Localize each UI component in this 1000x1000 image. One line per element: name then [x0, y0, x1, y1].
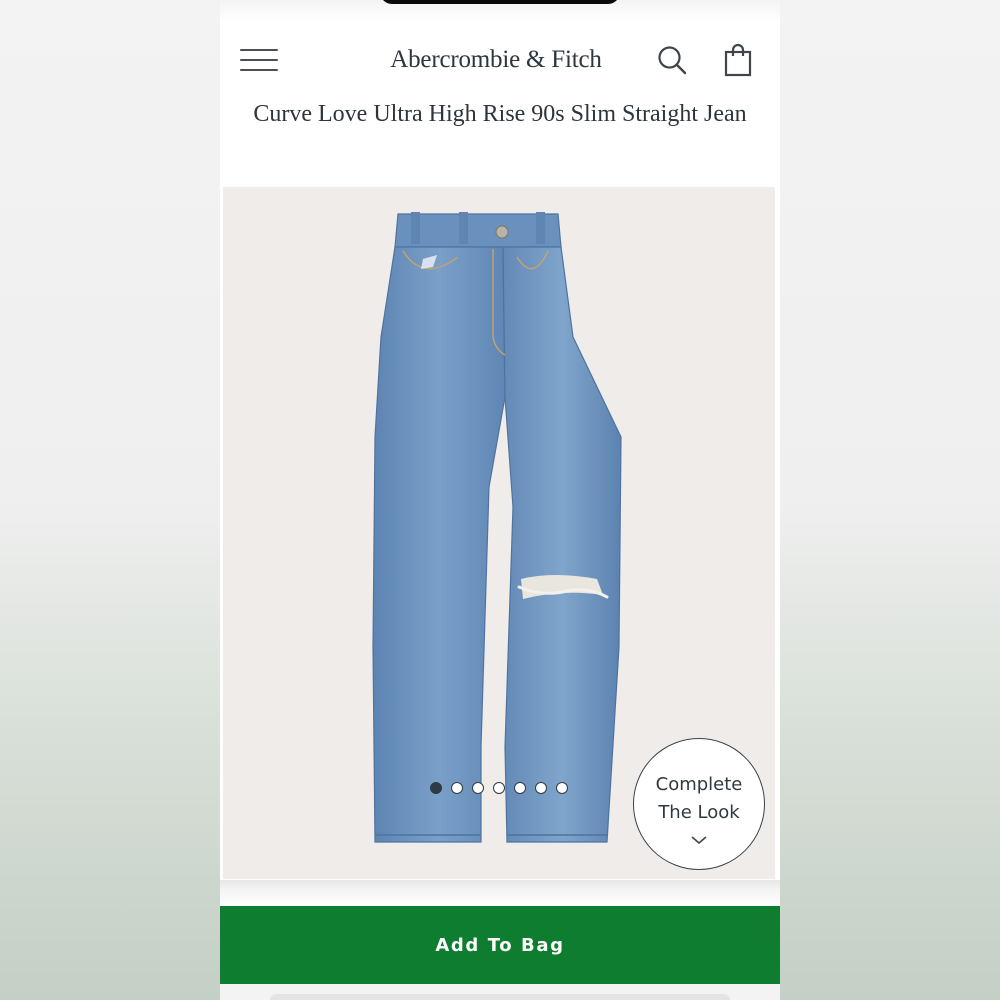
site-header: Abercrombie & Fitch [220, 22, 780, 98]
complete-the-look-button[interactable]: Complete The Look [633, 738, 765, 870]
carousel-dot[interactable] [493, 782, 505, 794]
header-actions [654, 42, 756, 78]
carousel-dot[interactable] [430, 782, 442, 794]
shopping-bag-icon[interactable] [720, 42, 756, 78]
section-divider [220, 880, 780, 906]
mobile-product-page: Abercrombie & Fitch Curve Love Ultra Hig… [220, 0, 780, 1000]
carousel-dot[interactable] [472, 782, 484, 794]
carousel-dot[interactable] [535, 782, 547, 794]
carousel-dot[interactable] [556, 782, 568, 794]
carousel-dot[interactable] [451, 782, 463, 794]
carousel-dot[interactable] [514, 782, 526, 794]
chevron-down-icon [691, 836, 707, 845]
address-bar[interactable] [270, 994, 730, 1000]
complete-the-look-label: Complete The Look [655, 774, 743, 823]
blurred-background-left [0, 0, 220, 1000]
hamburger-menu-icon[interactable] [240, 45, 278, 75]
add-to-bag-button[interactable]: Add To Bag [220, 906, 780, 984]
product-image[interactable]: Complete The Look [223, 187, 775, 879]
bottom-browser-bar [220, 984, 780, 1000]
device-notch [380, 0, 620, 4]
product-title: Curve Love Ultra High Rise 90s Slim Stra… [253, 101, 747, 127]
search-icon[interactable] [654, 42, 690, 78]
blurred-background-right [780, 0, 1000, 1000]
brand-logo[interactable]: Abercrombie & Fitch [390, 46, 602, 74]
image-carousel-dots [430, 782, 568, 794]
